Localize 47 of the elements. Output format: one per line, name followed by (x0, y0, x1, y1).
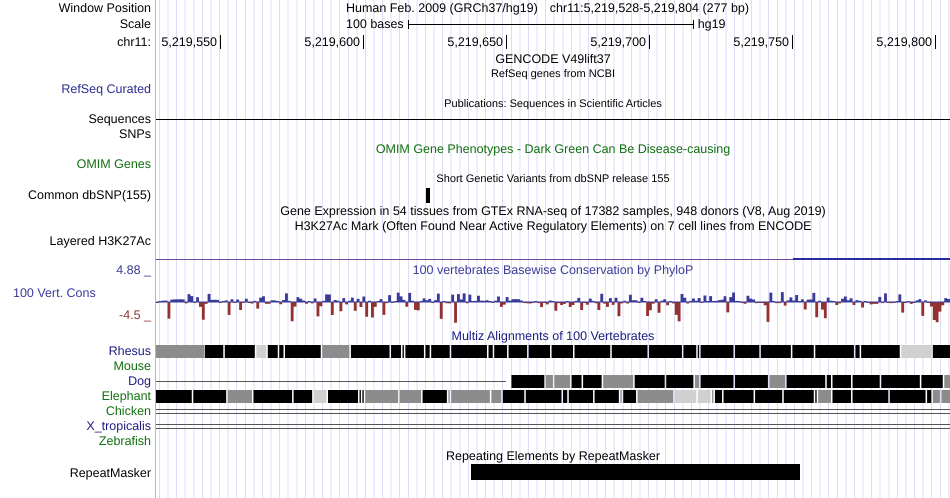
assembly-label: hg19 (698, 16, 726, 32)
track-title: Publications: Sequences in Scientific Articles (444, 98, 662, 110)
track-label[interactable]: Common dbSNP(155) (28, 187, 151, 204)
ruler-tick-label: 5,219,700 (590, 34, 646, 51)
track-title: H3K27Ac Mark (Often Found Near Active Regulatory Elements) on 7 cell lines from ENCODE (294, 219, 812, 233)
track-label[interactable]: Dog (128, 374, 151, 389)
track-label[interactable]: chr11: (117, 32, 151, 52)
position-label: chr11:5,219,528-5,219,804 (277 bp) (550, 0, 750, 16)
track-title: Multiz Alignments of 100 Vertebrates (452, 329, 654, 343)
track-label[interactable]: Layered H3K27Ac (50, 234, 151, 249)
scale-label: 100 bases (346, 16, 404, 32)
track-title: Repeating Elements by RepeatMasker (446, 449, 660, 463)
ruler-tick (506, 35, 507, 49)
track-title: GENCODE V49lift37 (495, 52, 611, 66)
track-label[interactable]: Chicken (106, 404, 151, 419)
track-label[interactable]: Elephant (102, 389, 151, 404)
track-label[interactable]: 100 Vert. Cons (0, 286, 151, 300)
track-label[interactable]: Zebrafish (98, 434, 151, 449)
track-title: Gene Expression in 54 tissues from GTEx RNA-seq of 17382 samples, 948 donors (V8, Aug 2019) (280, 204, 826, 218)
ruler-tick-label: 5,219,750 (733, 34, 789, 51)
track-label[interactable]: RepeatMasker (70, 464, 151, 482)
ruler-tick-label: 5,219,550 (161, 34, 217, 51)
axis-max-label: 4.88 _ (115, 263, 151, 278)
ruler-tick (363, 35, 364, 49)
assembly-label: Human Feb. 2009 (GRCh37/hg19) (346, 0, 538, 16)
variant-mark (426, 188, 430, 203)
track-label[interactable]: X_tropicalis (86, 419, 151, 434)
ruler-tick (649, 35, 650, 49)
track-label[interactable]: Mouse (113, 359, 151, 374)
track-label[interactable]: SNPs (119, 127, 151, 142)
track-label[interactable]: Sequences (88, 112, 151, 127)
track-title: RefSeq genes from NCBI (490, 68, 616, 80)
axis-min-label: -4.5 _ (118, 308, 151, 323)
track-label[interactable]: Scale (120, 16, 151, 32)
track-label[interactable]: Window Position (58, 0, 151, 16)
track-title: OMIM Gene Phenotypes - Dark Green Can Be Disease-causing (376, 142, 730, 156)
track-title: Short Genetic Variants from dbSNP release 155 (436, 173, 670, 185)
track-label[interactable]: Rhesus (108, 344, 151, 359)
ruler-tick (792, 35, 793, 49)
track-label[interactable]: OMIM Genes (76, 157, 151, 172)
ruler-tick (935, 35, 936, 49)
ruler-tick-label: 5,219,800 (876, 34, 932, 51)
ruler-tick-label: 5,219,600 (304, 34, 360, 51)
track-title: 100 vertebrates Basewise Conservation by PhyloP (412, 263, 694, 277)
ruler-tick-label: 5,219,650 (447, 34, 503, 51)
ruler-tick (220, 35, 221, 49)
track-label[interactable]: RefSeq Curated (61, 82, 151, 97)
